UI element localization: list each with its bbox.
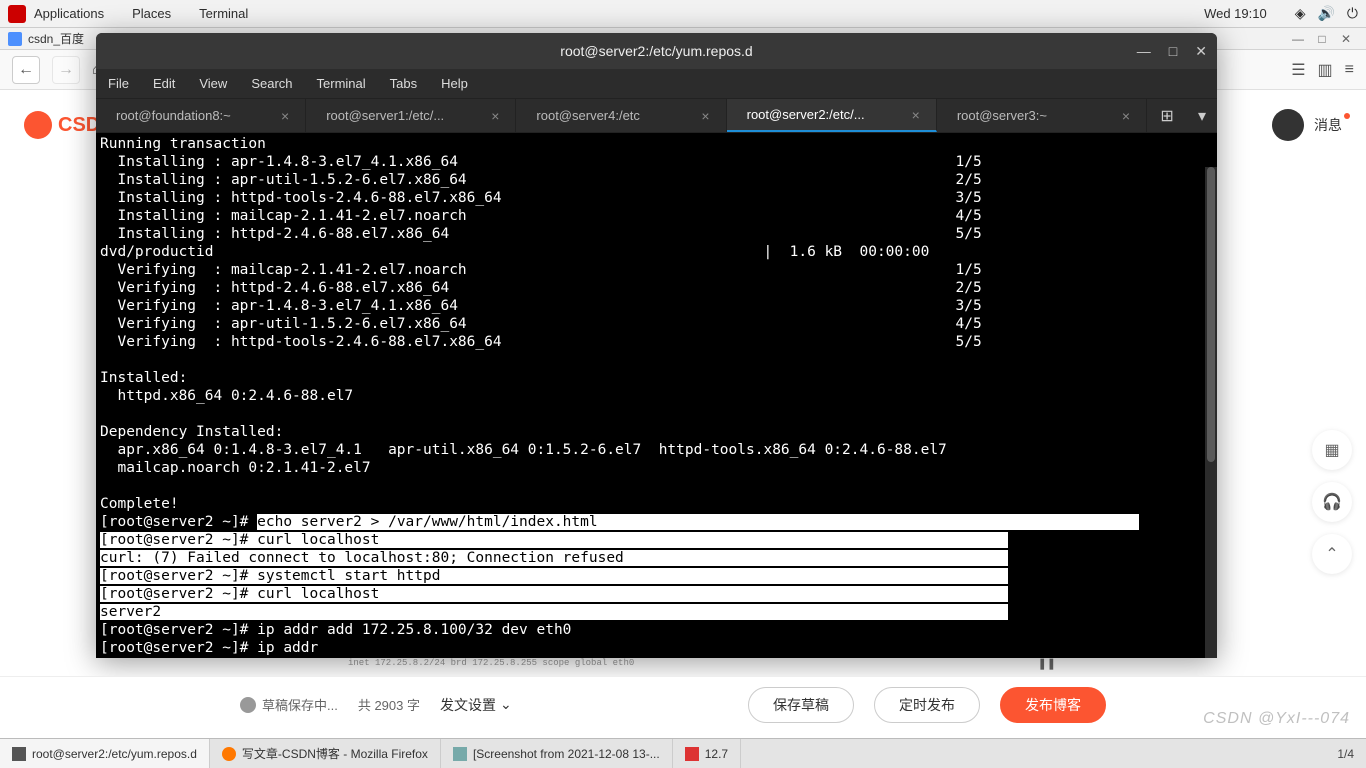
close-icon[interactable]: × bbox=[1122, 108, 1130, 124]
close-icon[interactable]: × bbox=[912, 107, 920, 123]
pause-icon: ❚❚ bbox=[1038, 657, 1056, 670]
tab-foundation8[interactable]: root@foundation8:~ × bbox=[96, 99, 306, 132]
terminal-body[interactable]: Running transaction Installing : apr-1.4… bbox=[96, 133, 1217, 658]
menu-icon[interactable]: ≡ bbox=[1345, 61, 1354, 79]
terminal-menubar: File Edit View Search Terminal Tabs Help bbox=[96, 69, 1217, 99]
task-terminal[interactable]: root@server2:/etc/yum.repos.d bbox=[0, 739, 210, 768]
terminal-tabs: root@foundation8:~ × root@server1:/etc/..… bbox=[96, 99, 1217, 133]
terminal-title: root@server2:/etc/yum.repos.d bbox=[560, 43, 752, 59]
tab-server4[interactable]: root@server4:/etc × bbox=[516, 99, 726, 132]
save-draft-button[interactable]: 保存草稿 bbox=[748, 687, 854, 723]
terminal-window: root@server2:/etc/yum.repos.d — □ ✕ File… bbox=[96, 33, 1217, 658]
editor-footer: 草稿保存中... 共 2903 字 发文设置⌄ 保存草稿 定时发布 发布博客 bbox=[0, 676, 1366, 732]
document-icon bbox=[685, 747, 699, 761]
menu-terminal[interactable]: Terminal bbox=[317, 76, 366, 91]
places-menu[interactable]: Places bbox=[132, 6, 171, 21]
menu-view[interactable]: View bbox=[199, 76, 227, 91]
new-tab-button[interactable]: ⊞ bbox=[1147, 99, 1187, 132]
avatar[interactable] bbox=[1272, 109, 1304, 141]
forward-button[interactable]: → bbox=[52, 56, 80, 84]
workspace-indicator[interactable]: 1/4 bbox=[1325, 747, 1366, 761]
scrollbar[interactable] bbox=[1205, 167, 1217, 658]
qr-icon[interactable]: ▦ bbox=[1312, 430, 1352, 470]
tab-label: root@foundation8:~ bbox=[116, 108, 231, 123]
menu-tabs[interactable]: Tabs bbox=[390, 76, 417, 91]
publish-settings-button[interactable]: 发文设置⌄ bbox=[440, 695, 512, 715]
gnome-topbar: Applications Places Terminal Wed 19:10 ◈… bbox=[0, 0, 1366, 28]
term-minimize-button[interactable]: — bbox=[1137, 43, 1151, 60]
library-icon[interactable]: ☰ bbox=[1291, 60, 1305, 80]
chevron-down-icon: ⌄ bbox=[500, 696, 512, 713]
terminal-titlebar[interactable]: root@server2:/etc/yum.repos.d — □ ✕ bbox=[96, 33, 1217, 69]
close-icon[interactable]: × bbox=[491, 108, 499, 124]
tab-server2[interactable]: root@server2:/etc/... × bbox=[727, 99, 937, 132]
csdn-logo-text: CSD bbox=[58, 114, 100, 137]
tab-favicon bbox=[8, 32, 22, 46]
close-button[interactable]: ✕ bbox=[1334, 32, 1358, 46]
clock: Wed 19:10 bbox=[1204, 6, 1267, 21]
close-icon[interactable]: × bbox=[701, 108, 709, 124]
maximize-button[interactable]: □ bbox=[1310, 32, 1334, 46]
close-icon[interactable]: × bbox=[281, 108, 289, 124]
tab-server1[interactable]: root@server1:/etc/... × bbox=[306, 99, 516, 132]
terminal-menu[interactable]: Terminal bbox=[199, 6, 248, 21]
messages-link[interactable]: 消息 bbox=[1314, 115, 1342, 135]
tab-label: root@server3:~ bbox=[957, 108, 1047, 123]
menu-help[interactable]: Help bbox=[441, 76, 468, 91]
csdn-logo[interactable]: CSD bbox=[24, 111, 100, 139]
power-icon[interactable]: ⏻ bbox=[1347, 5, 1358, 22]
back-button[interactable]: ← bbox=[12, 56, 40, 84]
term-close-button[interactable]: ✕ bbox=[1195, 43, 1207, 60]
menu-search[interactable]: Search bbox=[251, 76, 292, 91]
draft-status: 草稿保存中... bbox=[240, 695, 338, 714]
task-firefox[interactable]: 写文章-CSDN博客 - Mozilla Firefox bbox=[210, 739, 441, 768]
tab-label: root@server4:/etc bbox=[536, 108, 640, 123]
csdn-monkey-icon bbox=[24, 111, 52, 139]
tab-server3[interactable]: root@server3:~ × bbox=[937, 99, 1147, 132]
terminal-icon bbox=[12, 747, 26, 761]
applications-menu[interactable]: Applications bbox=[34, 6, 104, 21]
image-icon bbox=[453, 747, 467, 761]
scrollbar-thumb[interactable] bbox=[1207, 167, 1215, 462]
check-icon bbox=[240, 697, 256, 713]
task-document[interactable]: 12.7 bbox=[673, 739, 741, 768]
tab-menu-button[interactable]: ▾ bbox=[1187, 99, 1217, 132]
watermark: CSDN @YxI---074 bbox=[1203, 710, 1350, 728]
schedule-publish-button[interactable]: 定时发布 bbox=[874, 687, 980, 723]
word-count: 共 2903 字 bbox=[358, 695, 420, 714]
toolbox-float: ▦ 🎧 ⌃ bbox=[1312, 430, 1352, 586]
firefox-icon bbox=[222, 747, 236, 761]
sidebar-icon[interactable]: ▥ bbox=[1318, 60, 1333, 80]
volume-icon[interactable]: 🔊 bbox=[1317, 5, 1334, 22]
tab-label: root@server2:/etc/... bbox=[747, 107, 865, 122]
tab-label: root@server1:/etc/... bbox=[326, 108, 444, 123]
task-screenshot[interactable]: [Screenshot from 2021-12-08 13-... bbox=[441, 739, 673, 768]
assist-float: 发文助手 bbox=[1318, 270, 1366, 326]
minimize-button[interactable]: — bbox=[1286, 32, 1310, 46]
menu-file[interactable]: File bbox=[108, 76, 129, 91]
wifi-icon[interactable]: ◈ bbox=[1295, 5, 1306, 22]
support-icon[interactable]: 🎧 bbox=[1312, 482, 1352, 522]
gnome-taskbar: root@server2:/etc/yum.repos.d 写文章-CSDN博客… bbox=[0, 738, 1366, 768]
scroll-top-icon[interactable]: ⌃ bbox=[1312, 534, 1352, 574]
menu-edit[interactable]: Edit bbox=[153, 76, 175, 91]
tab-title[interactable]: csdn_百度 bbox=[28, 30, 84, 47]
publish-button[interactable]: 发布博客 bbox=[1000, 687, 1106, 723]
activities-icon[interactable] bbox=[8, 5, 26, 23]
term-maximize-button[interactable]: □ bbox=[1169, 43, 1177, 60]
